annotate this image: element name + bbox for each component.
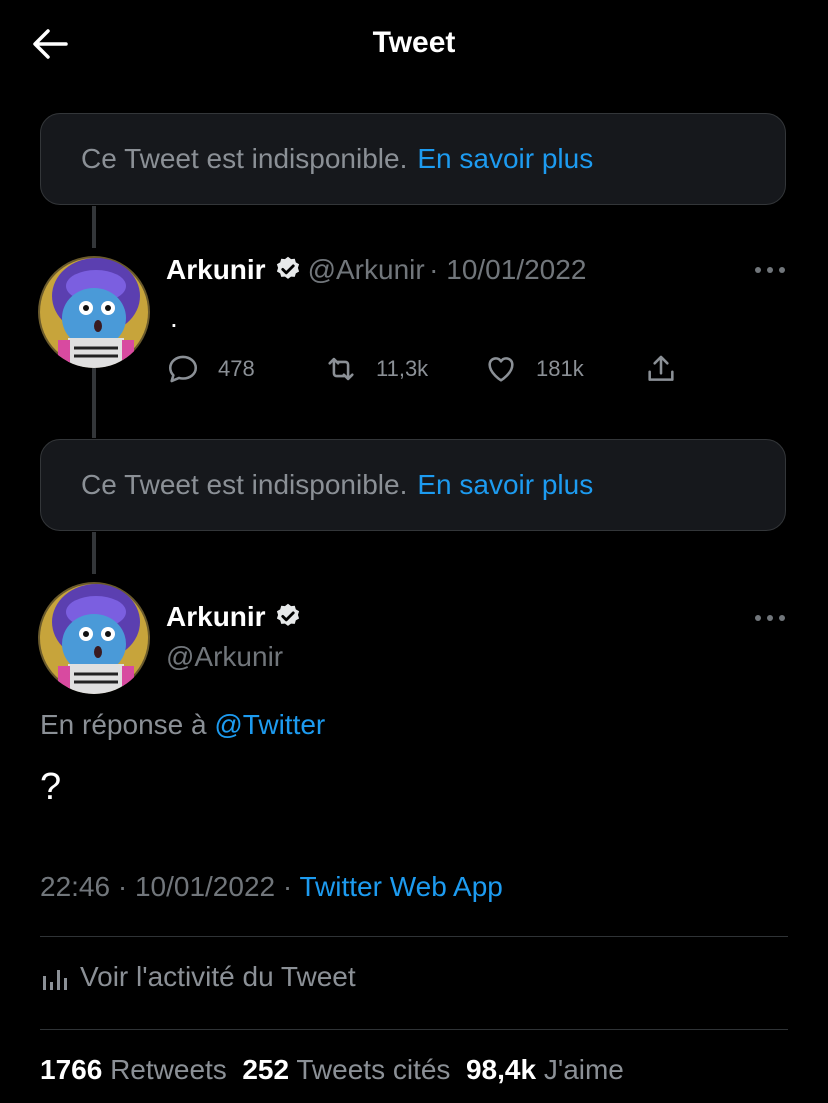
author-handle[interactable]: @Arkunir [166, 641, 283, 673]
verified-badge-icon [276, 256, 299, 279]
author-name[interactable]: Arkunir [166, 254, 266, 285]
divider [40, 1029, 788, 1030]
more-options-icon[interactable] [753, 265, 787, 275]
reply-count: 478 [218, 356, 255, 381]
analytics-icon [43, 970, 67, 990]
verified-badge-icon [276, 603, 299, 626]
unavailable-tweet-notice: Ce Tweet est indisponible. En savoir plu… [40, 113, 786, 205]
like-count: 181k [536, 356, 584, 381]
tweet-activity-label: Voir l'activité du Tweet [80, 961, 356, 992]
engagement-stats: 1766 Retweets 252 Tweets cités 98,4k J'a… [40, 1054, 624, 1086]
learn-more-link[interactable]: En savoir plus [417, 143, 593, 175]
unavailable-text: Ce Tweet est indisponible. [81, 469, 408, 500]
thread-line [92, 206, 96, 248]
quotes-label: Tweets cités [296, 1054, 451, 1085]
more-options-icon[interactable] [753, 613, 787, 623]
unavailable-tweet-notice: Ce Tweet est indisponible. En savoir plu… [40, 439, 786, 531]
thread-line [92, 532, 96, 574]
share-icon[interactable] [644, 352, 678, 386]
divider [40, 936, 788, 937]
likes-count: 98,4k [465, 1054, 537, 1085]
avatar[interactable] [38, 256, 150, 368]
retweet-icon [328, 357, 354, 381]
tweet-activity-link[interactable]: Voir l'activité du Tweet [40, 961, 356, 993]
reply-to-link[interactable]: @Twitter [214, 709, 325, 740]
tweet-text: . [170, 302, 178, 333]
reply-prefix: En réponse à [40, 709, 207, 740]
likes-label: J'aime [543, 1054, 624, 1085]
unavailable-text: Ce Tweet est indisponible. [81, 143, 408, 174]
retweets-stat[interactable]: 1766 Retweets [40, 1054, 227, 1085]
avatar-image [38, 582, 150, 694]
tweet-date[interactable]: · 10/01/2022 [429, 254, 586, 285]
heart-icon [488, 357, 514, 382]
retweets-count: 1766 [40, 1054, 103, 1085]
retweets-label: Retweets [110, 1054, 227, 1085]
learn-more-link[interactable]: En savoir plus [417, 469, 593, 501]
retweet-count: 11,3k [376, 356, 429, 381]
thread-line [92, 368, 96, 438]
quotes-stat[interactable]: 252 Tweets cités [242, 1054, 450, 1085]
reply-icon [168, 355, 198, 383]
tweet-timestamp[interactable]: 22:46 · 10/01/2022 · [40, 871, 292, 902]
avatar[interactable] [38, 582, 150, 694]
quotes-count: 252 [242, 1054, 290, 1085]
reply-button[interactable]: 478 [166, 352, 255, 386]
page-title: Tweet [372, 26, 456, 59]
source-link[interactable]: Twitter Web App [299, 871, 502, 902]
retweet-button[interactable]: 11,3k [324, 352, 428, 386]
author-name[interactable]: Arkunir [166, 601, 266, 632]
tweet-text: ? [40, 766, 62, 808]
author-handle[interactable]: @Arkunir [308, 254, 425, 285]
like-button[interactable]: 181k [484, 352, 584, 386]
likes-stat[interactable]: 98,4k J'aime [466, 1054, 624, 1085]
avatar-image [38, 256, 150, 368]
